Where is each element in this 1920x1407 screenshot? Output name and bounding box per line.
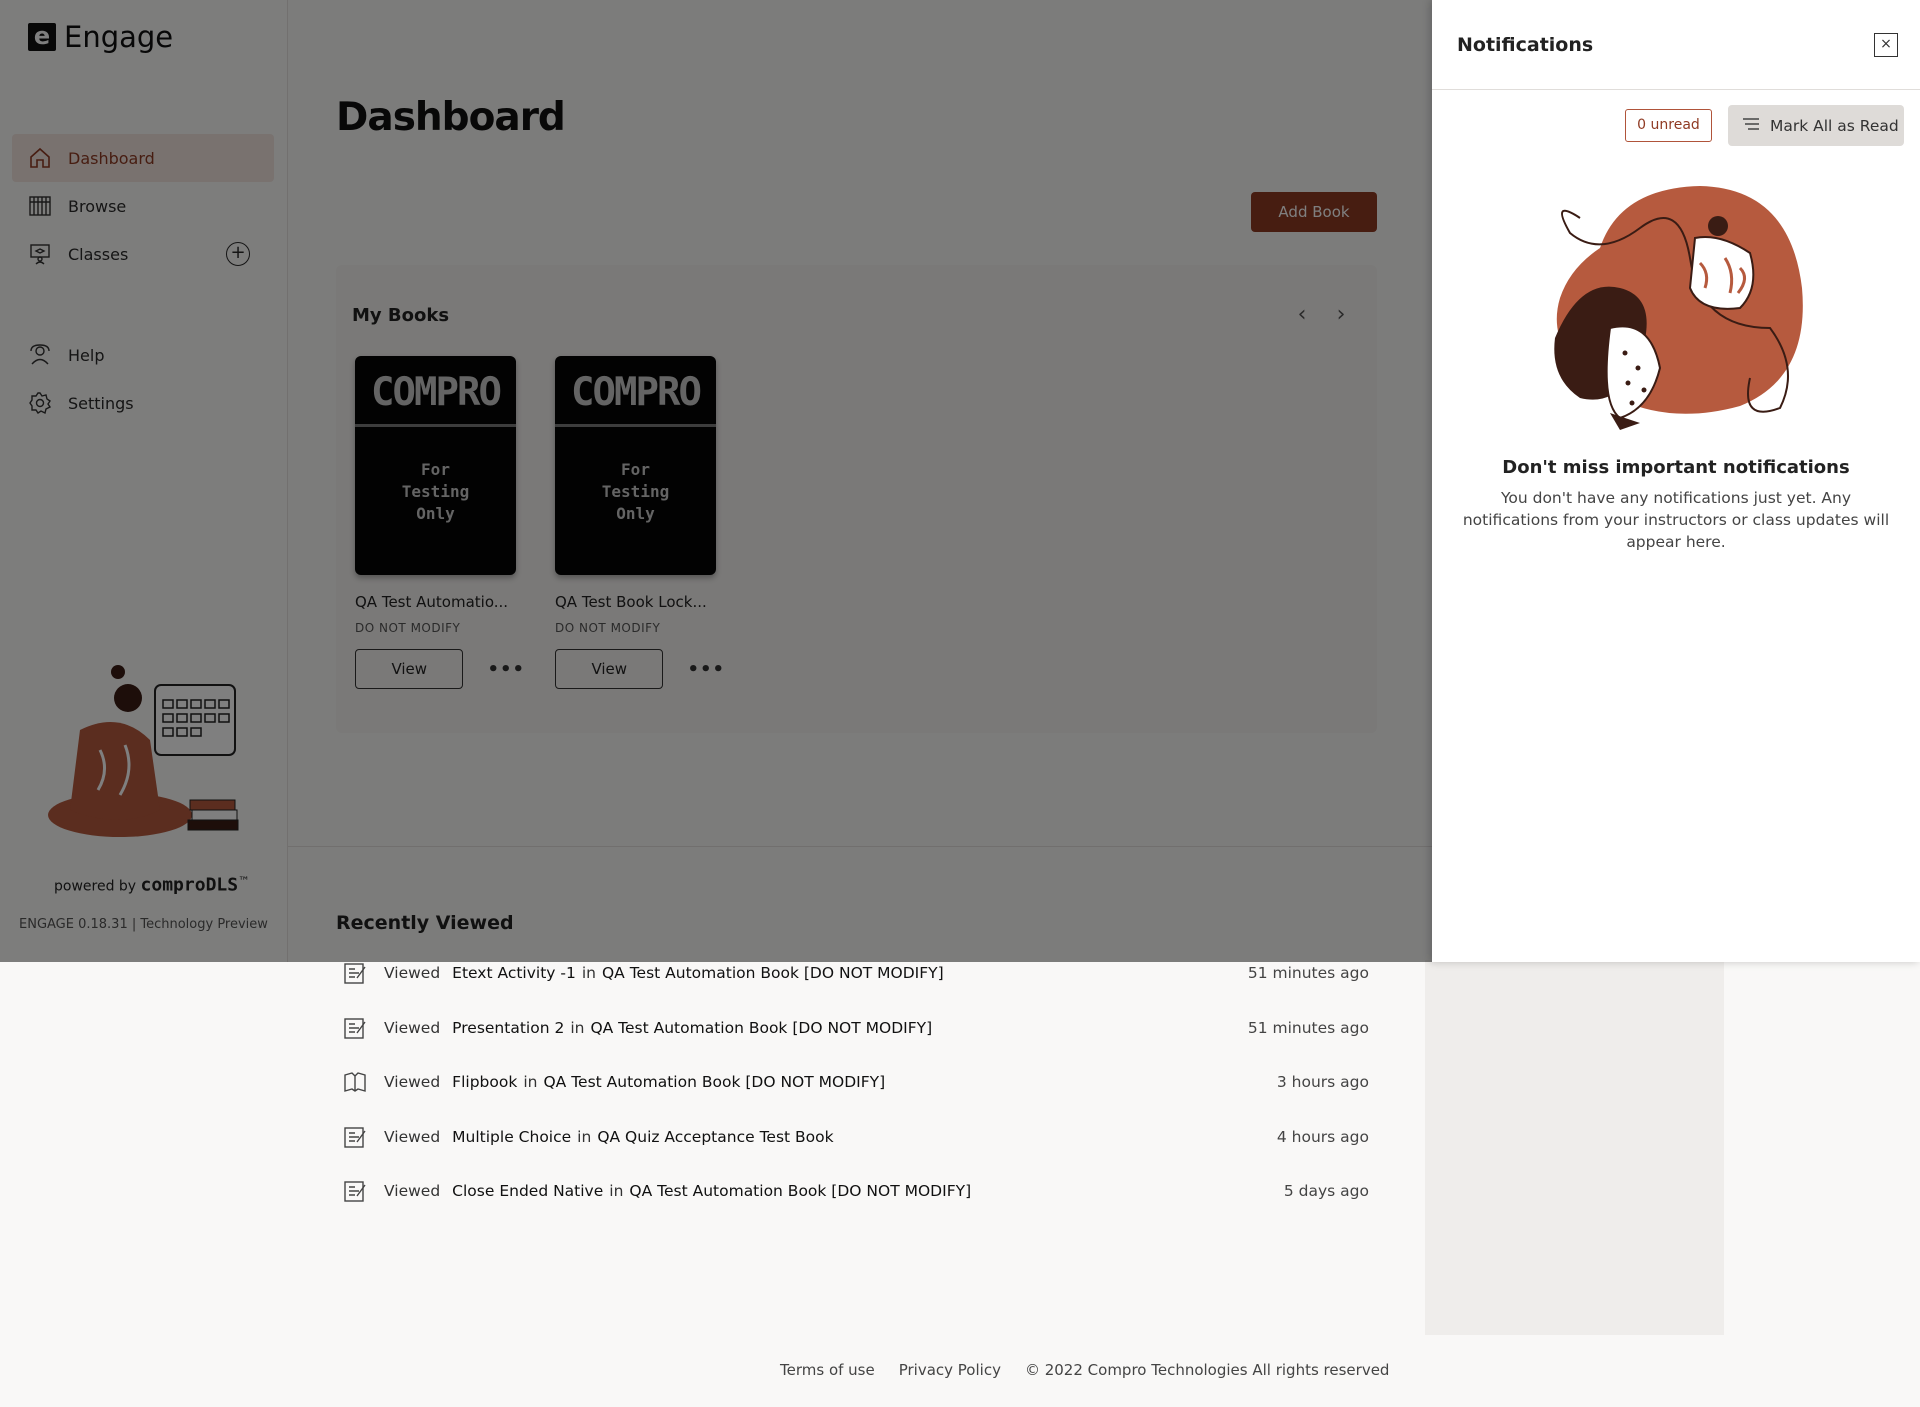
recent-in: in — [523, 1073, 538, 1092]
list-item[interactable]: Viewed Presentation 2 in QA Test Automati… — [336, 1001, 1377, 1056]
recent-in: in — [570, 1018, 585, 1037]
recent-book-name[interactable]: QA Test Automation Book [DO NOT MODIFY] — [590, 1019, 932, 1037]
recent-in: in — [609, 1182, 624, 1201]
privacy-link[interactable]: Privacy Policy — [899, 1361, 1001, 1379]
close-icon[interactable]: × — [1874, 33, 1898, 57]
activity-icon — [342, 1124, 368, 1150]
recent-in: in — [581, 964, 596, 983]
recent-item-name[interactable]: Etext Activity -1 — [452, 964, 576, 982]
recent-time: 51 minutes ago — [1247, 1018, 1369, 1037]
copyright: © 2022 Compro Technologies All rights re… — [1024, 1361, 1390, 1379]
recent-item-name[interactable]: Close Ended Native — [452, 1182, 603, 1200]
mark-all-read-label: Mark All as Read — [1770, 116, 1899, 135]
recent-verb: Viewed — [384, 1127, 441, 1146]
recent-book-name[interactable]: QA Quiz Acceptance Test Book — [597, 1128, 833, 1146]
recent-time: 3 hours ago — [1276, 1073, 1369, 1092]
recent-time: 51 minutes ago — [1247, 964, 1369, 983]
footer: Terms of use Privacy Policy © 2022 Compr… — [780, 1361, 1389, 1379]
list-item[interactable]: Viewed Multiple Choice in QA Quiz Accepta… — [336, 1110, 1377, 1165]
unread-count-badge: 0 unread — [1625, 109, 1712, 142]
activity-icon — [342, 960, 368, 986]
activity-icon — [342, 1015, 368, 1041]
notifications-header: Notifications × — [1432, 0, 1920, 90]
modal-overlay[interactable] — [0, 0, 1432, 962]
recently-viewed-list: Viewed Etext Activity -1 in QA Test Autom… — [336, 946, 1377, 1219]
empty-notifications-illustration — [1554, 186, 1803, 430]
recent-time: 4 hours ago — [1276, 1127, 1369, 1146]
recent-verb: Viewed — [384, 1073, 441, 1092]
recent-item-name[interactable]: Presentation 2 — [452, 1019, 564, 1037]
list-icon — [1742, 117, 1760, 135]
recent-verb: Viewed — [384, 1182, 441, 1201]
activity-icon — [342, 1178, 368, 1204]
mark-all-read-button[interactable]: Mark All as Read — [1728, 105, 1904, 146]
notifications-title: Notifications — [1457, 34, 1594, 56]
right-column-panel — [1425, 960, 1724, 1335]
recent-time: 5 days ago — [1283, 1182, 1369, 1201]
recent-in: in — [577, 1127, 592, 1146]
book-open-icon — [342, 1069, 368, 1095]
terms-link[interactable]: Terms of use — [780, 1361, 875, 1379]
list-item[interactable]: Viewed Close Ended Native in QA Test Auto… — [336, 1164, 1377, 1219]
recent-book-name[interactable]: QA Test Automation Book [DO NOT MODIFY] — [629, 1182, 971, 1200]
empty-state-title: Don't miss important notifications — [1502, 457, 1850, 478]
recent-verb: Viewed — [384, 964, 441, 983]
list-item[interactable]: Viewed Flipbook in QA Test Automation Boo… — [336, 1055, 1377, 1110]
empty-state-description: You don't have any notifications just ye… — [1462, 489, 1890, 551]
recent-item-name[interactable]: Flipbook — [452, 1073, 517, 1091]
recent-verb: Viewed — [384, 1018, 441, 1037]
recent-book-name[interactable]: QA Test Automation Book [DO NOT MODIFY] — [543, 1073, 885, 1091]
recent-item-name[interactable]: Multiple Choice — [452, 1128, 571, 1146]
notifications-panel: Notifications × 0 unread Mark All as Rea… — [1432, 0, 1920, 962]
recent-book-name[interactable]: QA Test Automation Book [DO NOT MODIFY] — [602, 964, 944, 982]
